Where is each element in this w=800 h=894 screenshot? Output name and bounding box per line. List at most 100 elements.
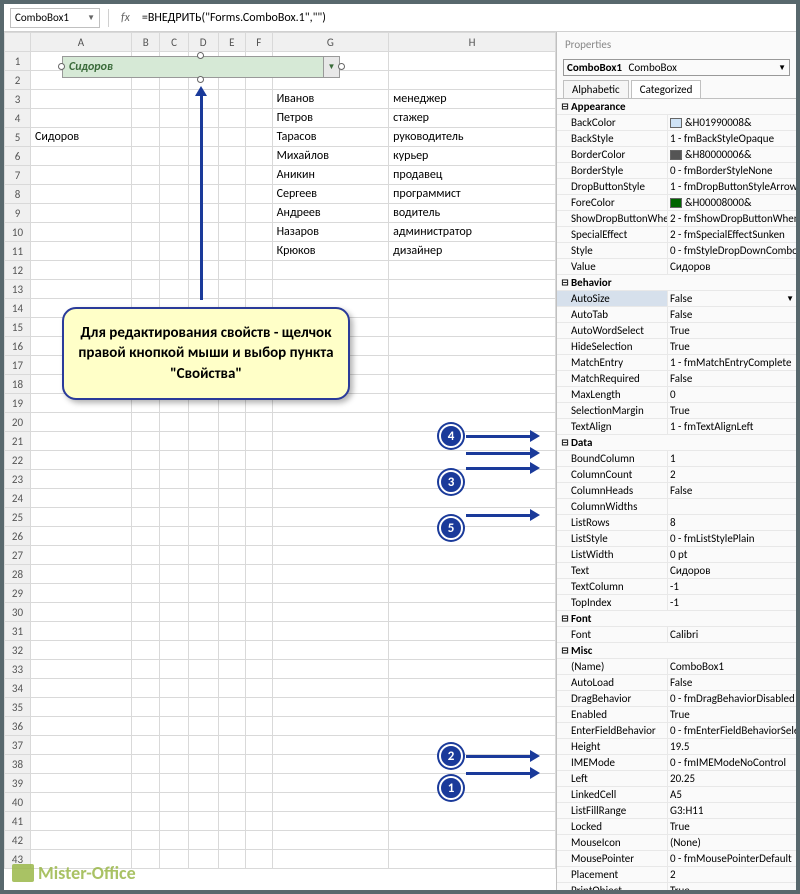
cell[interactable]: руководитель (389, 128, 556, 147)
property-value[interactable]: True (667, 707, 796, 722)
cell[interactable] (131, 736, 159, 755)
row-header[interactable]: 33 (5, 660, 31, 679)
cell[interactable] (188, 831, 218, 850)
property-value[interactable]: ComboBox1 (667, 659, 796, 674)
cell[interactable] (245, 755, 272, 774)
property-value[interactable]: 0 - fmDragBehaviorDisabled (667, 691, 796, 706)
cell[interactable] (131, 660, 159, 679)
row-header[interactable]: 5 (5, 128, 31, 147)
property-row[interactable]: TextСидоров (557, 563, 796, 579)
cell[interactable] (218, 660, 245, 679)
cell[interactable] (131, 242, 159, 261)
cell[interactable] (188, 850, 218, 869)
row-header[interactable]: 31 (5, 622, 31, 641)
col-header[interactable]: F (245, 33, 272, 52)
collapse-icon[interactable]: ⊟ (559, 644, 571, 657)
cell[interactable] (272, 622, 389, 641)
property-group[interactable]: ⊟Misc (557, 643, 796, 659)
cell[interactable] (31, 242, 132, 261)
property-value[interactable]: 20.25 (667, 771, 796, 786)
cell[interactable] (245, 223, 272, 242)
cell[interactable] (245, 679, 272, 698)
cell[interactable] (389, 356, 556, 375)
cell[interactable]: курьер (389, 147, 556, 166)
property-row[interactable]: MatchEntry1 - fmMatchEntryComplete (557, 355, 796, 371)
row-header[interactable]: 3 (5, 90, 31, 109)
row-header[interactable]: 11 (5, 242, 31, 261)
row-header[interactable]: 28 (5, 565, 31, 584)
property-value[interactable]: False (667, 371, 796, 386)
cell[interactable] (272, 489, 389, 508)
property-value[interactable]: 0 pt (667, 547, 796, 562)
cell[interactable]: Крюков (272, 242, 389, 261)
row-header[interactable]: 30 (5, 603, 31, 622)
cell[interactable] (188, 489, 218, 508)
cell[interactable] (31, 603, 132, 622)
cell[interactable] (160, 109, 188, 128)
cell[interactable] (389, 679, 556, 698)
cell[interactable] (245, 109, 272, 128)
cell[interactable] (131, 280, 159, 299)
cell[interactable] (389, 489, 556, 508)
cell[interactable] (160, 717, 188, 736)
cell[interactable] (31, 166, 132, 185)
row-header[interactable]: 16 (5, 337, 31, 356)
cell[interactable] (272, 698, 389, 717)
cell[interactable] (131, 755, 159, 774)
row-header[interactable]: 21 (5, 432, 31, 451)
cell[interactable]: программист (389, 185, 556, 204)
cell[interactable] (131, 527, 159, 546)
cell[interactable] (218, 831, 245, 850)
cell[interactable] (188, 185, 218, 204)
property-value[interactable]: False▼ (667, 291, 796, 306)
cell[interactable] (389, 793, 556, 812)
cell[interactable] (160, 185, 188, 204)
col-header[interactable]: C (160, 33, 188, 52)
cell[interactable] (188, 508, 218, 527)
row-header[interactable]: 26 (5, 527, 31, 546)
cell[interactable] (131, 90, 159, 109)
cell[interactable] (160, 223, 188, 242)
property-value[interactable]: Сидоров (667, 563, 796, 578)
cell[interactable] (245, 565, 272, 584)
cell[interactable] (131, 223, 159, 242)
property-value[interactable] (667, 499, 796, 514)
property-row[interactable]: Placement2 (557, 867, 796, 883)
property-value[interactable]: True (667, 403, 796, 418)
cell[interactable] (389, 261, 556, 280)
cell[interactable] (389, 641, 556, 660)
property-value[interactable]: False (667, 675, 796, 690)
property-value[interactable]: 0 - fmIMEModeNoControl (667, 755, 796, 770)
cell[interactable] (188, 660, 218, 679)
cell[interactable] (218, 223, 245, 242)
cell[interactable] (272, 831, 389, 850)
cell[interactable] (160, 774, 188, 793)
cell[interactable] (245, 584, 272, 603)
cell[interactable] (245, 717, 272, 736)
cell[interactable]: администратор (389, 223, 556, 242)
cell[interactable] (218, 147, 245, 166)
property-row[interactable]: TextAlign1 - fmTextAlignLeft (557, 419, 796, 435)
fx-label[interactable]: fx (117, 11, 134, 25)
property-row[interactable]: DragBehavior0 - fmDragBehaviorDisabled (557, 691, 796, 707)
collapse-icon[interactable]: ⊟ (559, 276, 571, 289)
cell[interactable] (188, 736, 218, 755)
cell[interactable] (218, 432, 245, 451)
property-value[interactable]: True (667, 819, 796, 834)
cell[interactable] (245, 546, 272, 565)
cell[interactable] (389, 52, 556, 71)
cell[interactable] (389, 375, 556, 394)
cell[interactable] (160, 831, 188, 850)
cell[interactable] (218, 546, 245, 565)
property-value[interactable]: A5 (667, 787, 796, 802)
property-row[interactable]: MatchRequiredFalse (557, 371, 796, 387)
cell[interactable] (218, 185, 245, 204)
cell[interactable] (272, 565, 389, 584)
cell[interactable] (160, 90, 188, 109)
row-header[interactable]: 27 (5, 546, 31, 565)
property-value[interactable]: False (667, 483, 796, 498)
property-row[interactable]: TopIndex-1 (557, 595, 796, 611)
cell[interactable] (131, 812, 159, 831)
row-header[interactable]: 37 (5, 736, 31, 755)
cell[interactable] (160, 128, 188, 147)
